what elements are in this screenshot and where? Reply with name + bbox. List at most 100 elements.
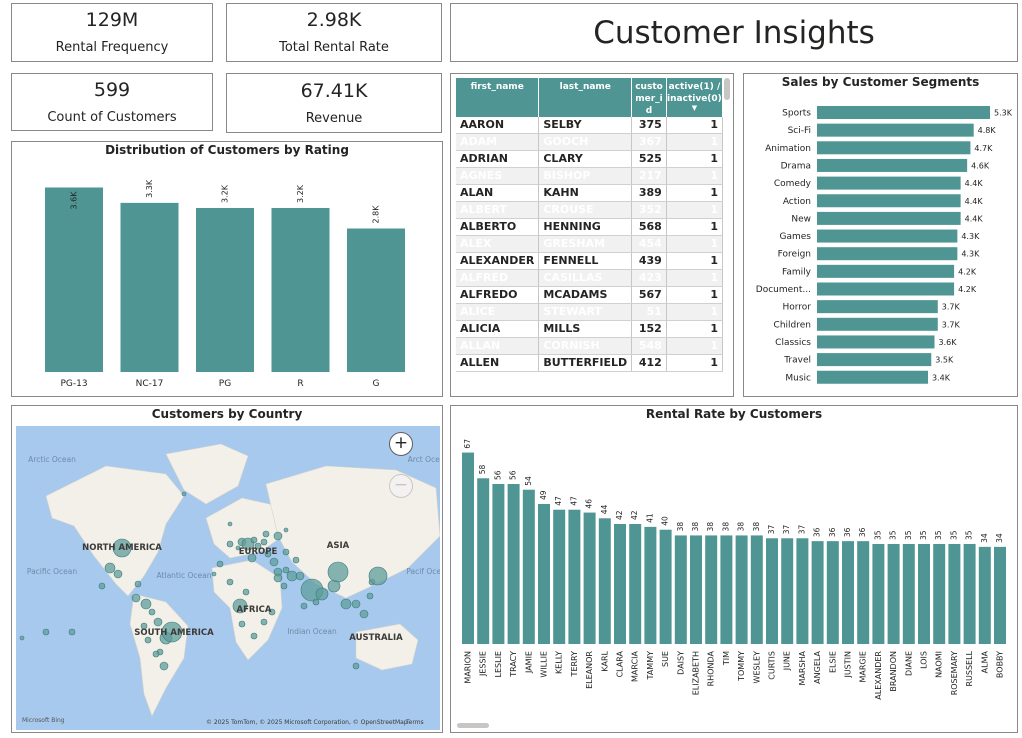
rental-rate-bar[interactable] <box>781 538 794 644</box>
rental-rate-bar[interactable] <box>553 509 566 644</box>
rental-rate-bar[interactable] <box>872 544 885 644</box>
country-bubble[interactable] <box>113 569 123 579</box>
country-bubble[interactable] <box>282 548 290 556</box>
segment-bar[interactable] <box>817 229 958 243</box>
segment-bar[interactable] <box>817 247 958 261</box>
rental-rate-bar[interactable] <box>857 541 870 644</box>
table-row[interactable]: ALICIA MILLS 152 1 <box>456 320 723 338</box>
country-bubble[interactable] <box>140 598 152 610</box>
rental-rate-bar[interactable] <box>507 484 520 644</box>
rental-rate-bar[interactable] <box>644 526 657 644</box>
rental-rate-chart-visual[interactable]: Rental Rate by Customers 67 MARION 58 JESSI… <box>450 405 1018 733</box>
rental-rate-bar[interactable] <box>735 535 748 644</box>
rental-rate-bar[interactable] <box>629 524 642 644</box>
country-bubble[interactable] <box>280 582 288 590</box>
zoom-out-button[interactable]: − <box>389 474 413 498</box>
country-bubble[interactable] <box>366 592 374 600</box>
rental-rate-bar[interactable] <box>568 509 581 644</box>
rental-rate-bar[interactable] <box>659 529 672 644</box>
rental-rate-bar[interactable] <box>994 546 1006 644</box>
rating-bar[interactable] <box>271 208 330 372</box>
rental-rate-bar[interactable] <box>614 524 626 644</box>
country-bubble[interactable] <box>340 598 352 610</box>
country-bubble[interactable] <box>260 618 268 626</box>
rental-rate-bar[interactable] <box>826 541 839 644</box>
country-bubble[interactable] <box>211 571 217 577</box>
rental-rate-bar[interactable] <box>902 544 915 644</box>
country-bubble[interactable] <box>286 570 298 582</box>
rating-bar[interactable] <box>196 208 254 372</box>
country-bubble[interactable] <box>68 628 76 636</box>
rental-rate-bar[interactable] <box>674 535 687 644</box>
segment-bar[interactable] <box>817 123 974 137</box>
rental-rate-bar[interactable] <box>948 544 961 644</box>
country-bubble[interactable] <box>131 593 141 603</box>
map-terms-link[interactable]: Terms <box>405 719 424 726</box>
table-row[interactable]: ADAM GOOCH 367 1 <box>456 133 723 151</box>
map-visual[interactable]: Customers by Country Arctic Ocean Arct O… <box>11 405 443 733</box>
rental-rate-bar[interactable] <box>978 546 991 644</box>
country-bubble[interactable] <box>273 531 283 541</box>
country-bubble[interactable] <box>216 560 224 568</box>
column-header-first-name[interactable]: first_name <box>456 78 540 117</box>
rental-rate-bar[interactable] <box>933 544 946 644</box>
country-bubble[interactable] <box>181 491 187 497</box>
country-bubble[interactable] <box>283 527 289 533</box>
table-row[interactable]: ALEXANDER FENNELL 439 1 <box>456 252 723 270</box>
country-bubble[interactable] <box>351 599 361 609</box>
rental-rate-bar[interactable] <box>766 538 778 644</box>
rental-rate-bar[interactable] <box>918 544 930 644</box>
country-bubble[interactable] <box>42 628 50 636</box>
country-bubble[interactable] <box>226 540 234 548</box>
country-bubble[interactable] <box>295 571 305 581</box>
horizontal-scrollbar[interactable] <box>457 723 489 728</box>
table-scrollbar[interactable] <box>724 78 730 100</box>
country-bubble[interactable] <box>352 662 360 670</box>
table-row[interactable]: ALEX GRESHAM 454 1 <box>456 235 723 253</box>
table-row[interactable]: ALBERTO HENNING 568 1 <box>456 218 723 236</box>
rental-rate-bar[interactable] <box>538 504 550 644</box>
country-bubble[interactable] <box>148 608 156 616</box>
rental-rate-bar[interactable] <box>598 518 611 644</box>
segment-bar[interactable] <box>817 317 938 331</box>
segments-chart-visual[interactable]: Sales by Customer Segments Sports 5.3K Sci… <box>743 73 1018 397</box>
rental-rate-bar[interactable] <box>705 535 718 644</box>
country-bubble[interactable] <box>134 580 142 588</box>
rental-rate-bar[interactable] <box>522 489 535 644</box>
table-row[interactable]: ALAN KAHN 389 1 <box>456 184 723 202</box>
rating-bar[interactable] <box>45 187 103 373</box>
rental-rate-bar[interactable] <box>720 535 733 644</box>
segment-bar[interactable] <box>817 335 935 349</box>
world-map[interactable]: Arctic Ocean Arct Ocea Pacific Ocean Pac… <box>16 426 440 730</box>
country-bubble[interactable] <box>238 620 246 628</box>
segment-bar[interactable] <box>817 353 932 367</box>
country-bubble[interactable] <box>273 573 283 583</box>
country-bubble[interactable] <box>312 598 320 606</box>
country-bubble[interactable] <box>260 538 268 546</box>
segment-bar[interactable] <box>817 300 938 314</box>
country-bubble[interactable] <box>300 602 308 610</box>
country-bubble[interactable] <box>242 588 250 596</box>
country-bubble[interactable] <box>104 562 116 574</box>
segment-bar[interactable] <box>817 176 961 190</box>
rental-rate-bar[interactable] <box>492 484 505 644</box>
rating-chart-visual[interactable]: Distribution of Customers by Rating 3.6K… <box>11 141 443 397</box>
column-header-active[interactable]: active(1) / inactive(0) ▼ <box>666 78 723 117</box>
rating-bar[interactable] <box>120 202 179 372</box>
country-bubble[interactable] <box>19 635 25 641</box>
segment-bar[interactable] <box>817 141 971 155</box>
column-header-customer-id[interactable]: customer_id <box>631 78 667 117</box>
rating-bar[interactable] <box>347 228 405 373</box>
rental-rate-bar[interactable] <box>842 541 854 644</box>
table-row[interactable]: ALLEN BUTTERFIELD 412 1 <box>456 354 723 372</box>
table-row[interactable]: ALICE STEWART 51 1 <box>456 303 723 321</box>
column-header-last-name[interactable]: last_name <box>538 78 633 117</box>
zoom-in-button[interactable]: + <box>389 432 413 456</box>
country-bubble[interactable] <box>226 578 234 586</box>
table-row[interactable]: ALFREDO MCADAMS 567 1 <box>456 286 723 304</box>
country-bubble[interactable] <box>359 609 369 619</box>
rental-rate-bar[interactable] <box>963 544 976 644</box>
table-row[interactable]: ALFRED CASILLAS 423 1 <box>456 269 723 287</box>
table-row[interactable]: AARON SELBY 375 1 <box>456 117 723 134</box>
country-bubble[interactable] <box>98 582 106 590</box>
